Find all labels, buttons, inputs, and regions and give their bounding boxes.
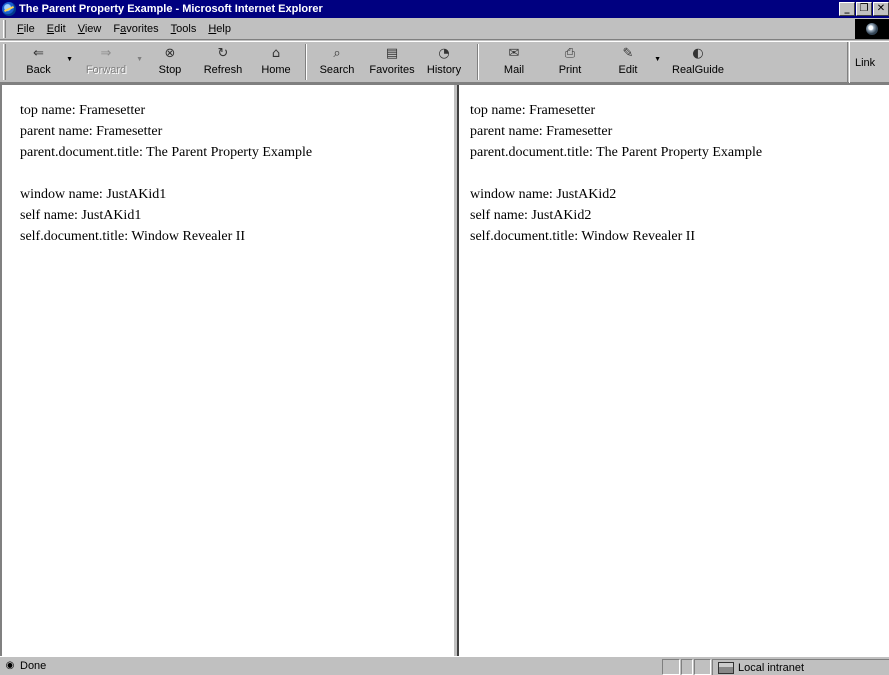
parent-name-line: parent name: Framesetter [20,124,163,139]
menu-favorites-label: vorites [126,22,159,35]
menu-help[interactable]: Help [202,23,237,35]
parent-name-line: parent name: Framesetter [470,124,613,139]
menu-edit-accel: E [46,22,55,35]
forward-arrow-icon: ⇒ [100,46,112,61]
history-label: History [426,64,462,76]
menu-edit-label: dit [54,22,66,35]
ie-logo-icon[interactable] [2,2,16,16]
menu-file-accel: F [17,22,24,35]
home-label: Home [261,64,291,76]
window-name-line: window name: JustAKid1 [20,187,167,202]
forward-dropdown-arrow-icon[interactable]: ▼ [136,56,143,63]
menu-file[interactable]: File [11,23,41,35]
menu-favorites[interactable]: Favorites [107,23,164,35]
standard-toolbar: ⇐ Back ▼ ⇒ Forward ▼ ⊗ Stop ↻ Refresh ⌂ … [0,41,889,83]
top-name-line: top name: Framesetter [470,103,596,118]
forward-label: Forward [85,64,127,76]
globe-icon [866,23,878,35]
self-title-line: self.document.title: Window Revealer II [470,229,696,244]
frame-left: top name: Framesetter parent name: Frame… [2,85,453,656]
edit-dropdown-arrow-icon[interactable]: ▼ [654,56,661,63]
self-title-line: self.document.title: Window Revealer II [20,229,246,244]
realguide-label: RealGuide [672,64,724,76]
edit-icon: ✎ [622,46,634,61]
back-label: Back [26,64,51,76]
realguide-icon: ◐ [692,46,704,61]
edit-button[interactable]: ✎ Edit ▼ [603,42,661,82]
realguide-button[interactable]: ◐ RealGuide [667,42,729,82]
favorites-label: Favorites [369,64,415,76]
menu-help-label: elp [216,22,231,35]
menu-bar: File Edit View Favorites Tools Help [0,18,889,40]
favorites-button[interactable]: ▤ Favorites [365,42,419,82]
links-bar[interactable]: Link [847,42,889,83]
close-button[interactable]: ✕ [873,2,889,16]
print-label: Print [558,64,582,76]
favorites-icon: ▤ [385,46,399,61]
refresh-label: Refresh [203,64,243,76]
menu-edit[interactable]: Edit [41,23,72,35]
window-title: The Parent Property Example - Microsoft … [19,3,323,15]
stop-icon: ⊗ [164,46,176,61]
status-panel-offline [681,659,693,675]
refresh-button[interactable]: ↻ Refresh [195,42,251,82]
title-bar[interactable]: The Parent Property Example - Microsoft … [0,0,889,18]
home-button[interactable]: ⌂ Home [251,42,301,82]
search-button[interactable]: ⌕ Search [312,42,362,82]
self-name-line: self name: JustAKid2 [470,208,592,223]
zone-label: Local intranet [738,661,805,674]
mail-label: Mail [503,64,525,76]
search-label: Search [319,64,355,76]
back-dropdown-arrow-icon[interactable]: ▼ [66,56,73,63]
menu-tools-label: ools [176,22,197,35]
maximize-button[interactable]: ❐ [856,2,872,16]
status-bar: ◉ Done Local intranet [0,656,889,675]
status-panel-progress [662,659,680,675]
throbber[interactable] [855,19,889,39]
status-text: Done [20,660,47,672]
top-name-line: top name: Framesetter [20,103,146,118]
menu-file-label: ile [23,22,35,35]
history-button[interactable]: ◔ History [419,42,469,82]
minimize-button[interactable]: _ [839,2,855,16]
frame-right: top name: Framesetter parent name: Frame… [459,85,889,656]
forward-button[interactable]: ⇒ Forward ▼ [77,42,143,82]
toolbar-separator [305,44,307,80]
menu-view[interactable]: View [72,23,108,35]
window-controls: _ ❐ ✕ [838,2,889,16]
page-done-icon: ◉ [5,660,15,671]
local-intranet-icon [718,661,734,674]
mail-icon: ✉ [508,46,520,61]
home-icon: ⌂ [271,46,281,61]
print-icon: ⎙ [564,46,576,61]
edit-label: Edit [618,64,638,76]
menu-view-label: iew [84,22,102,35]
menubar-grip[interactable] [3,19,6,38]
window-name-line: window name: JustAKid2 [470,187,617,202]
refresh-icon: ↻ [217,46,229,61]
parent-title-line: parent.document.title: The Parent Proper… [470,145,763,160]
toolbar-separator [477,44,479,80]
menu-view-accel: V [77,22,85,35]
parent-title-line: parent.document.title: The Parent Proper… [20,145,313,160]
back-button[interactable]: ⇐ Back ▼ [12,42,73,82]
menu-tools[interactable]: Tools [165,23,203,35]
self-name-line: self name: JustAKid1 [20,208,142,223]
stop-button[interactable]: ⊗ Stop [145,42,195,82]
stop-label: Stop [158,64,182,76]
security-zone[interactable]: Local intranet [712,659,889,675]
links-label: Link [855,56,876,69]
back-arrow-icon: ⇐ [33,46,44,61]
mail-button[interactable]: ✉ Mail [491,42,537,82]
frameset: top name: Framesetter parent name: Frame… [0,83,889,656]
search-icon: ⌕ [333,46,341,61]
status-panel-security [694,659,711,675]
toolbar-grip[interactable] [3,44,6,80]
history-icon: ◔ [438,46,450,61]
print-button[interactable]: ⎙ Print [545,42,595,82]
